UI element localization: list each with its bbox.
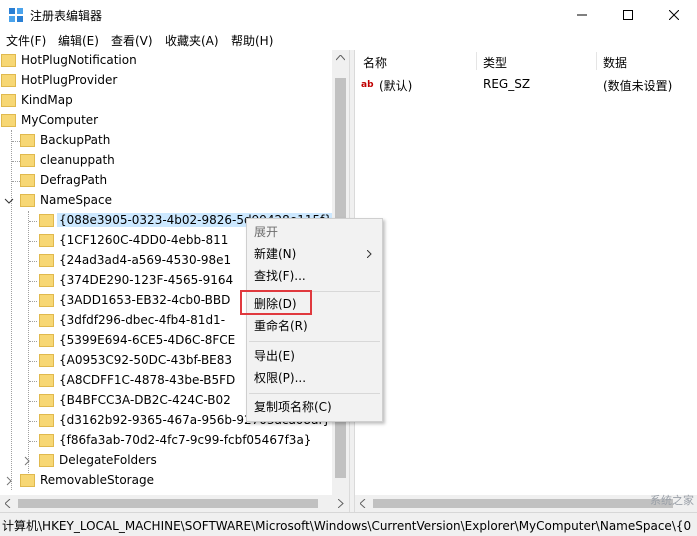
folder-icon bbox=[1, 74, 16, 87]
value-data: (数值未设置) bbox=[603, 79, 673, 93]
menu-item-expand[interactable]: 展开 bbox=[253, 221, 378, 243]
menu-help[interactable]: 帮助(H) bbox=[231, 32, 273, 49]
folder-icon bbox=[39, 314, 54, 327]
menu-item-new[interactable]: 新建(N) bbox=[253, 243, 378, 265]
close-button[interactable] bbox=[651, 0, 697, 30]
tree-item-mycomputer[interactable]: MyComputer bbox=[0, 111, 330, 131]
registry-path: 计算机\HKEY_LOCAL_MACHINE\SOFTWARE\Microsof… bbox=[2, 519, 692, 533]
value-name[interactable]: (默认) bbox=[379, 77, 412, 94]
folder-icon bbox=[1, 114, 16, 127]
minimize-button[interactable] bbox=[559, 0, 605, 30]
close-icon bbox=[669, 10, 679, 20]
folder-icon bbox=[39, 334, 54, 347]
tree-item-delegatefolders[interactable]: DelegateFolders bbox=[0, 451, 330, 471]
folder-icon bbox=[39, 414, 54, 427]
folder-icon bbox=[39, 354, 54, 367]
watermark: 系统之家 bbox=[650, 494, 694, 507]
delete-highlight-box bbox=[240, 290, 312, 315]
tree-item-namespace-key[interactable]: {f86fa3ab-70d2-4fc7-9c99-fcbf05467f3a} bbox=[0, 431, 330, 451]
menu-item-export[interactable]: 导出(E) bbox=[253, 345, 378, 367]
folder-icon bbox=[1, 94, 16, 107]
title-bar: 注册表编辑器 bbox=[0, 0, 697, 30]
scroll-thumb[interactable] bbox=[18, 499, 318, 508]
menu-item-rename[interactable]: 重命名(R) bbox=[253, 315, 378, 337]
folder-icon bbox=[1, 54, 16, 67]
folder-icon bbox=[20, 154, 35, 167]
menu-edit[interactable]: 编辑(E) bbox=[58, 32, 99, 49]
folder-icon bbox=[20, 134, 35, 147]
maximize-button[interactable] bbox=[605, 0, 651, 30]
scroll-left-icon[interactable] bbox=[360, 499, 366, 508]
folder-icon bbox=[39, 234, 54, 247]
folder-icon bbox=[39, 294, 54, 307]
tree-item-hotplugnotification[interactable]: HotPlugNotification bbox=[0, 51, 330, 71]
folder-icon bbox=[39, 454, 54, 467]
minimize-icon bbox=[577, 14, 587, 16]
tree-item-hotplugprovider[interactable]: HotPlugProvider bbox=[0, 71, 330, 91]
menu-item-find[interactable]: 查找(F)... bbox=[253, 265, 378, 287]
menu-item-permissions[interactable]: 权限(P)... bbox=[253, 367, 378, 389]
tree-horizontal-scrollbar[interactable] bbox=[0, 495, 349, 512]
folder-icon bbox=[20, 194, 35, 207]
scroll-up-icon[interactable] bbox=[336, 55, 345, 61]
menu-favorites[interactable]: 收藏夹(A) bbox=[165, 32, 219, 49]
folder-icon bbox=[39, 434, 54, 447]
regedit-app-icon bbox=[9, 8, 23, 22]
column-name-header[interactable]: 名称 bbox=[363, 54, 387, 71]
chevron-down-icon[interactable] bbox=[4, 196, 14, 206]
folder-icon bbox=[39, 374, 54, 387]
menu-item-copy-key-name[interactable]: 复制项名称(C) bbox=[253, 396, 378, 418]
tree-item-defragpath[interactable]: DefragPath bbox=[0, 171, 330, 191]
folder-icon bbox=[39, 274, 54, 287]
folder-icon bbox=[20, 474, 35, 487]
menu-view[interactable]: 查看(V) bbox=[111, 32, 153, 49]
tree-item-namespace[interactable]: NameSpace bbox=[0, 191, 330, 211]
scroll-right-icon[interactable] bbox=[338, 499, 344, 508]
tree-item-backuppath[interactable]: BackupPath bbox=[0, 131, 330, 151]
folder-icon bbox=[39, 394, 54, 407]
menu-file[interactable]: 文件(F) bbox=[6, 32, 46, 49]
scroll-left-icon[interactable] bbox=[5, 499, 11, 508]
chevron-right-icon[interactable] bbox=[4, 476, 14, 486]
maximize-icon bbox=[623, 10, 633, 20]
tree-item-removablestorage[interactable]: RemovableStorage bbox=[0, 471, 330, 491]
tree-item-kindmap[interactable]: KindMap bbox=[0, 91, 330, 111]
string-value-icon: ab bbox=[361, 80, 374, 90]
chevron-right-icon[interactable] bbox=[22, 456, 32, 466]
context-menu: 展开 新建(N) 查找(F)... 删除(D) 重命名(R) 导出(E) 权限(… bbox=[246, 218, 383, 422]
value-list[interactable]: 名称 类型 数据 ab (默认) REG_SZ (数值未设置) bbox=[355, 50, 697, 495]
column-type-header[interactable]: 类型 bbox=[483, 54, 507, 71]
folder-icon bbox=[39, 214, 54, 227]
folder-icon bbox=[20, 174, 35, 187]
tree-item-cleanuppath[interactable]: cleanuppath bbox=[0, 151, 330, 171]
submenu-arrow-icon bbox=[367, 250, 372, 258]
column-data-header[interactable]: 数据 bbox=[603, 54, 627, 71]
value-type: REG_SZ bbox=[483, 77, 531, 91]
status-bar: 计算机\HKEY_LOCAL_MACHINE\SOFTWARE\Microsof… bbox=[0, 512, 697, 536]
window-title: 注册表编辑器 bbox=[30, 9, 103, 23]
menu-bar: 文件(F) 编辑(E) 查看(V) 收藏夹(A) 帮助(H) bbox=[0, 30, 697, 50]
folder-icon bbox=[39, 254, 54, 267]
